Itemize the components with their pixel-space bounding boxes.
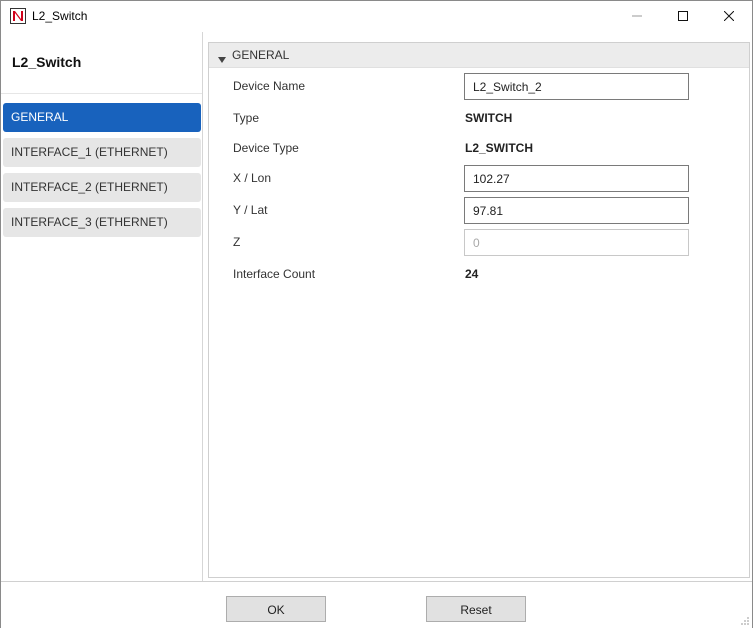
y-lat-input[interactable]	[464, 197, 689, 224]
general-section: GENERAL Device Name Type SWITCH Device T…	[208, 42, 750, 578]
ok-button[interactable]: OK	[226, 596, 326, 622]
section-title: GENERAL	[232, 48, 290, 62]
type-value: SWITCH	[465, 111, 513, 125]
dialog-footer: OK Reset	[1, 581, 752, 628]
close-button[interactable]	[706, 1, 752, 32]
z-label: Z	[233, 235, 241, 249]
window-title: L2_Switch	[32, 9, 88, 23]
maximize-icon	[678, 10, 688, 24]
minimize-button[interactable]	[614, 1, 660, 32]
interface-count-label: Interface Count	[233, 267, 316, 281]
device-type-label: Device Type	[233, 141, 299, 155]
type-label: Type	[233, 111, 260, 125]
main-panel: GENERAL Device Name Type SWITCH Device T…	[204, 32, 752, 581]
general-section-header[interactable]: GENERAL	[209, 43, 749, 68]
sidebar-item-interface-2[interactable]: INTERFACE_2 (ETHERNET)	[3, 173, 201, 202]
sidebar-item-interface-3[interactable]: INTERFACE_3 (ETHERNET)	[3, 208, 201, 237]
device-name-input[interactable]	[464, 73, 689, 100]
y-lat-label: Y / Lat	[233, 203, 268, 217]
app-logo-icon	[10, 8, 26, 24]
z-input	[464, 229, 689, 256]
reset-button[interactable]: Reset	[426, 596, 526, 622]
interface-count-value: 24	[465, 267, 479, 281]
sidebar: L2_Switch GENERAL INTERFACE_1 (ETHERNET)…	[1, 32, 203, 581]
x-lon-input[interactable]	[464, 165, 689, 192]
close-icon	[723, 10, 735, 24]
sidebar-divider	[1, 93, 202, 94]
maximize-button[interactable]	[660, 1, 706, 32]
minimize-icon	[632, 10, 642, 24]
device-type-value: L2_SWITCH	[465, 141, 534, 155]
device-title: L2_Switch	[12, 54, 82, 70]
sidebar-item-interface-1[interactable]: INTERFACE_1 (ETHERNET)	[3, 138, 201, 167]
resize-grip-icon[interactable]	[740, 615, 750, 625]
sidebar-item-general[interactable]: GENERAL	[3, 103, 201, 132]
collapse-triangle-icon	[218, 52, 226, 66]
dialog-window: L2_Switch L2_Switch GENERAL INTERFACE_1 …	[0, 0, 753, 628]
device-name-label: Device Name	[233, 79, 306, 93]
title-bar: L2_Switch	[1, 1, 752, 32]
x-lon-label: X / Lon	[233, 171, 272, 185]
